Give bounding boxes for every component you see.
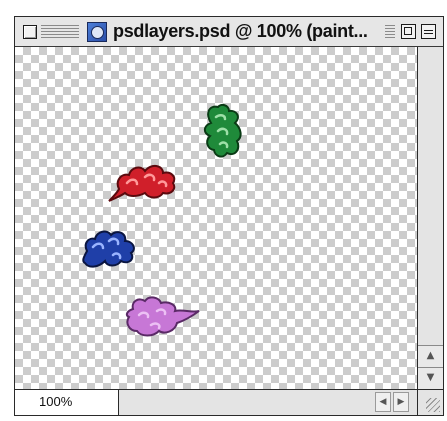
close-box-button[interactable]	[23, 25, 37, 39]
document-icon-eye	[91, 26, 104, 39]
window-title: psdlayers.psd @ 100% (paint...	[113, 21, 370, 42]
arrow-left-icon[interactable]: ◀	[375, 392, 391, 412]
blue-paint-splat	[82, 230, 135, 268]
image-canvas[interactable]	[15, 47, 417, 389]
horizontal-scrollbar[interactable]: ◀ ▶	[119, 390, 417, 415]
status-bar: 100% ◀ ▶	[15, 389, 443, 415]
photoshop-document-icon	[87, 22, 107, 42]
document-window: psdlayers.psd @ 100% (paint... ▲ ▼ 100% …	[14, 16, 444, 416]
canvas-layers	[82, 103, 242, 337]
zoom-level-field[interactable]: 100%	[15, 390, 119, 415]
arrow-down-icon[interactable]: ▼	[418, 367, 443, 389]
vertical-scrollbar[interactable]: ▲ ▼	[417, 47, 443, 389]
red-paint-splat	[108, 165, 176, 202]
arrow-right-icon[interactable]: ▶	[393, 392, 409, 412]
title-bar-stripes	[41, 25, 79, 39]
arrow-up-icon[interactable]: ▲	[418, 345, 443, 367]
purple-paint-splat	[125, 296, 200, 337]
zoom-box-button[interactable]	[401, 24, 416, 39]
collapse-box-button[interactable]	[421, 24, 436, 39]
resize-grip-icon[interactable]	[417, 390, 443, 415]
green-paint-splat	[203, 103, 242, 158]
window-title-bar[interactable]: psdlayers.psd @ 100% (paint...	[15, 17, 443, 47]
title-bar-stripes-right	[385, 25, 395, 39]
